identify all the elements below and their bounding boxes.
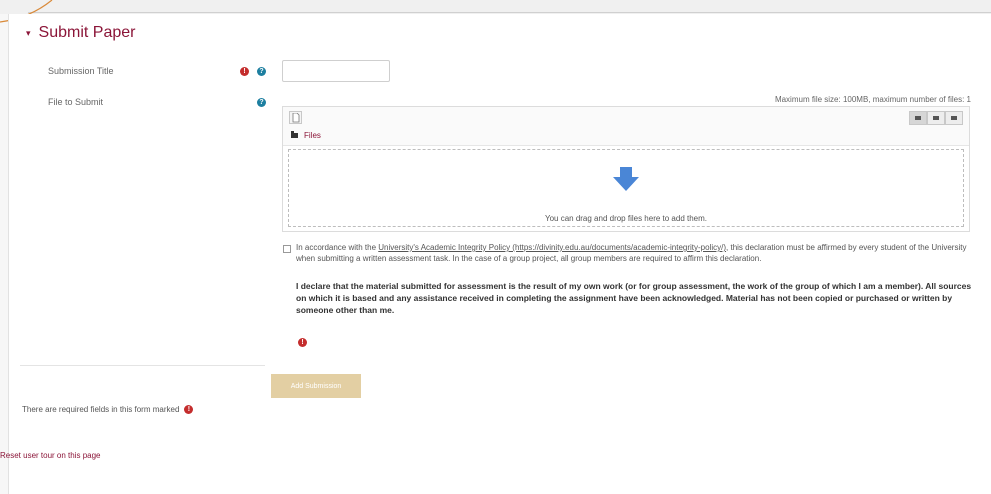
tree-view-icon[interactable]	[945, 111, 963, 125]
download-arrow-icon	[613, 167, 639, 191]
file-icon	[292, 113, 300, 123]
icons-view-icon[interactable]	[909, 111, 927, 125]
file-picker-toolbar: Files	[283, 107, 969, 146]
declaration-text: In accordance with the University's Acad…	[296, 242, 972, 264]
required-fields-text: There are required fields in this form m…	[22, 405, 180, 414]
top-rule	[28, 12, 991, 13]
required-icon: !	[184, 405, 194, 414]
required-icon: !	[240, 67, 249, 76]
view-switcher	[909, 111, 963, 125]
add-file-button[interactable]	[289, 111, 302, 124]
list-view-icon[interactable]	[927, 111, 945, 125]
folder-icon	[291, 131, 298, 138]
declaration-statement: I declare that the material submitted fo…	[296, 281, 972, 315]
submission-title-input[interactable]	[282, 60, 390, 82]
form-divider	[20, 365, 265, 366]
top-strip	[0, 0, 991, 14]
submission-title-label: Submission Title	[48, 66, 114, 76]
help-icon[interactable]: ?	[257, 98, 266, 107]
declaration-checkbox[interactable]	[283, 245, 291, 253]
files-path-label: Files	[304, 131, 321, 140]
required-icon: !	[298, 338, 307, 347]
add-submission-button[interactable]: Add Submission	[271, 374, 361, 398]
declaration-intro: In accordance with the	[296, 243, 379, 252]
section-title: Submit Paper	[38, 24, 136, 41]
file-to-submit-label: File to Submit	[48, 97, 104, 107]
help-icon[interactable]: ?	[257, 67, 266, 76]
integrity-policy-link[interactable]: University's Academic Integrity Policy (…	[378, 243, 726, 252]
required-fields-note: There are required fields in this form m…	[22, 405, 194, 414]
files-path[interactable]: Files	[291, 131, 321, 140]
max-file-info: Maximum file size: 100MB, maximum number…	[774, 95, 971, 104]
section-legend[interactable]: ▾ Submit Paper	[26, 24, 135, 42]
drop-zone-text: You can drag and drop files here to add …	[544, 214, 708, 223]
reset-user-tour-link[interactable]: Reset user tour on this page	[0, 451, 101, 460]
drop-zone[interactable]: You can drag and drop files here to add …	[288, 149, 964, 227]
collapse-chevron-icon[interactable]: ▾	[26, 28, 31, 39]
file-picker: Files You can drag and drop files here t…	[282, 106, 970, 232]
